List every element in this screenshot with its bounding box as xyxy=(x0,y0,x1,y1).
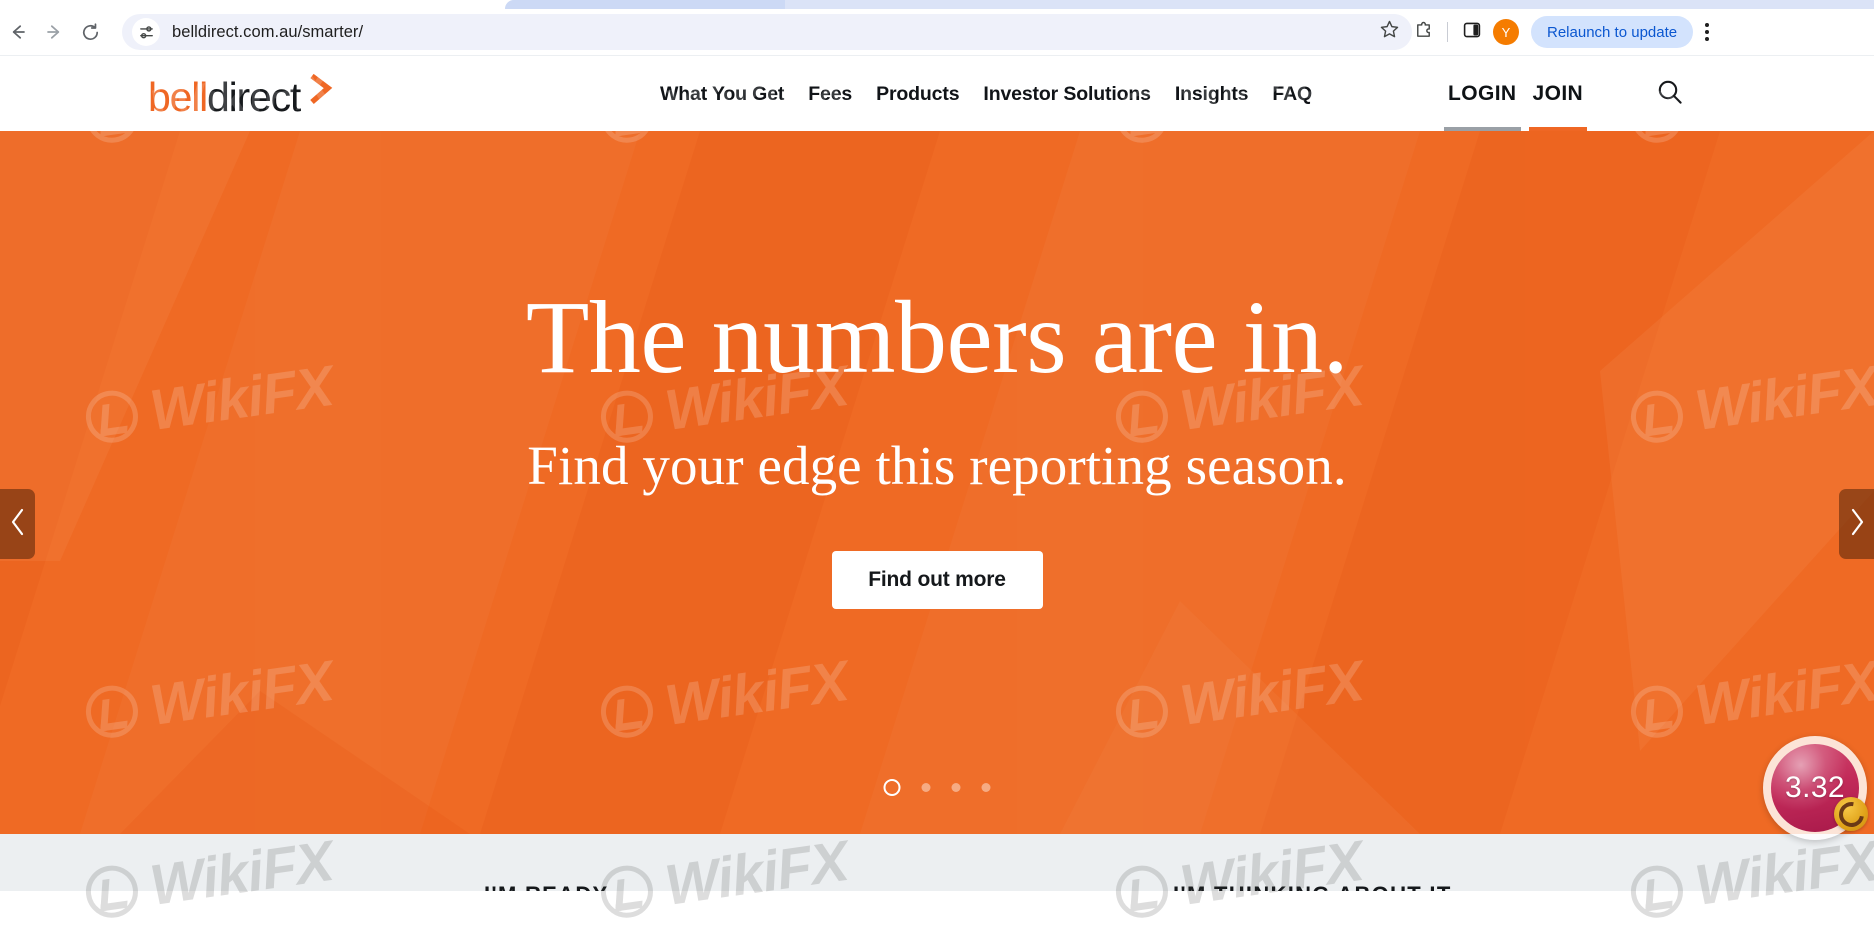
nav-item-fees[interactable]: Fees xyxy=(796,83,864,106)
carousel-dot-1[interactable] xyxy=(883,779,901,796)
nav-item-faq[interactable]: FAQ xyxy=(1260,83,1324,106)
carousel-dot-3[interactable] xyxy=(951,783,961,792)
carousel-prev-button[interactable] xyxy=(0,489,35,559)
join-label: JOIN xyxy=(1532,82,1584,105)
below-fold-section: I'M READY I'M THINKING ABOUT IT xyxy=(0,834,1874,891)
relaunch-label: Relaunch to update xyxy=(1547,23,1678,41)
chevron-right-icon xyxy=(1847,506,1867,543)
address-bar[interactable]: belldirect.com.au/smarter/ xyxy=(122,14,1412,50)
chevron-left-icon xyxy=(8,506,28,543)
reload-button[interactable] xyxy=(72,14,108,50)
profile-avatar[interactable]: Y xyxy=(1493,19,1519,45)
carousel-dot-4[interactable] xyxy=(981,783,991,792)
browser-chrome: belldirect.com.au/smarter/ Y Relaunch to… xyxy=(0,0,1874,55)
search-icon xyxy=(1655,77,1685,112)
three-dot-menu-icon xyxy=(1705,23,1710,27)
back-arrow-icon xyxy=(8,22,28,42)
carousel-next-button[interactable] xyxy=(1839,489,1874,559)
site-settings-icon[interactable] xyxy=(132,18,160,46)
side-panel-button[interactable] xyxy=(1455,15,1489,49)
toolbar-divider xyxy=(1447,22,1448,42)
main-navigation: What You Get Fees Products Investor Solu… xyxy=(648,56,1324,132)
join-link[interactable]: JOIN xyxy=(1525,56,1592,132)
nav-item-insights[interactable]: Insights xyxy=(1163,83,1261,106)
star-icon xyxy=(1379,19,1400,45)
wikifx-score-badge[interactable]: 3.32 xyxy=(1763,736,1868,840)
login-label: LOGIN xyxy=(1448,82,1517,105)
auth-links: LOGIN JOIN xyxy=(1440,56,1687,132)
hero-title: The numbers are in. xyxy=(525,280,1349,395)
side-panel-icon xyxy=(1462,20,1482,45)
hero-content: The numbers are in. Find your edge this … xyxy=(0,131,1874,834)
hero-banner: The numbers are in. Find your edge this … xyxy=(0,131,1874,834)
hero-subtitle: Find your edge this reporting season. xyxy=(527,435,1347,496)
score-value: 3.32 xyxy=(1785,771,1845,804)
carousel-dots xyxy=(883,779,991,796)
extensions-button[interactable] xyxy=(1406,15,1440,49)
browser-menu-button[interactable] xyxy=(1695,15,1719,49)
forward-button[interactable] xyxy=(36,14,72,50)
login-link[interactable]: LOGIN xyxy=(1440,56,1525,132)
chevron-right-icon xyxy=(307,72,335,111)
reload-icon xyxy=(80,22,101,43)
relaunch-to-update-button[interactable]: Relaunch to update xyxy=(1531,16,1694,48)
site-header: bell direct What You Get Fees Products I… xyxy=(0,55,1874,132)
logo-text-bell: bell xyxy=(148,73,208,120)
wikifx-logo-icon xyxy=(1834,797,1868,831)
back-button[interactable] xyxy=(0,14,36,50)
browser-toolbar: belldirect.com.au/smarter/ Y Relaunch to… xyxy=(0,9,1874,55)
logo-text-direct: direct xyxy=(207,73,301,120)
carousel-dot-2[interactable] xyxy=(921,783,931,792)
find-out-more-button[interactable]: Find out more xyxy=(831,551,1043,609)
bookmark-button[interactable] xyxy=(1372,15,1406,49)
im-ready-heading: I'M READY xyxy=(484,882,609,891)
extensions-puzzle-icon xyxy=(1413,19,1434,45)
belldirect-logo[interactable]: bell direct xyxy=(148,72,335,120)
forward-arrow-icon xyxy=(44,22,64,42)
search-button[interactable] xyxy=(1653,77,1687,111)
im-thinking-about-it-heading: I'M THINKING ABOUT IT xyxy=(1173,882,1452,891)
nav-item-what-you-get[interactable]: What You Get xyxy=(648,83,796,106)
url-text[interactable]: belldirect.com.au/smarter/ xyxy=(172,23,363,42)
nav-item-investor-solutions[interactable]: Investor Solutions xyxy=(971,83,1162,106)
nav-item-products[interactable]: Products xyxy=(864,83,971,106)
active-tab[interactable] xyxy=(505,0,785,9)
